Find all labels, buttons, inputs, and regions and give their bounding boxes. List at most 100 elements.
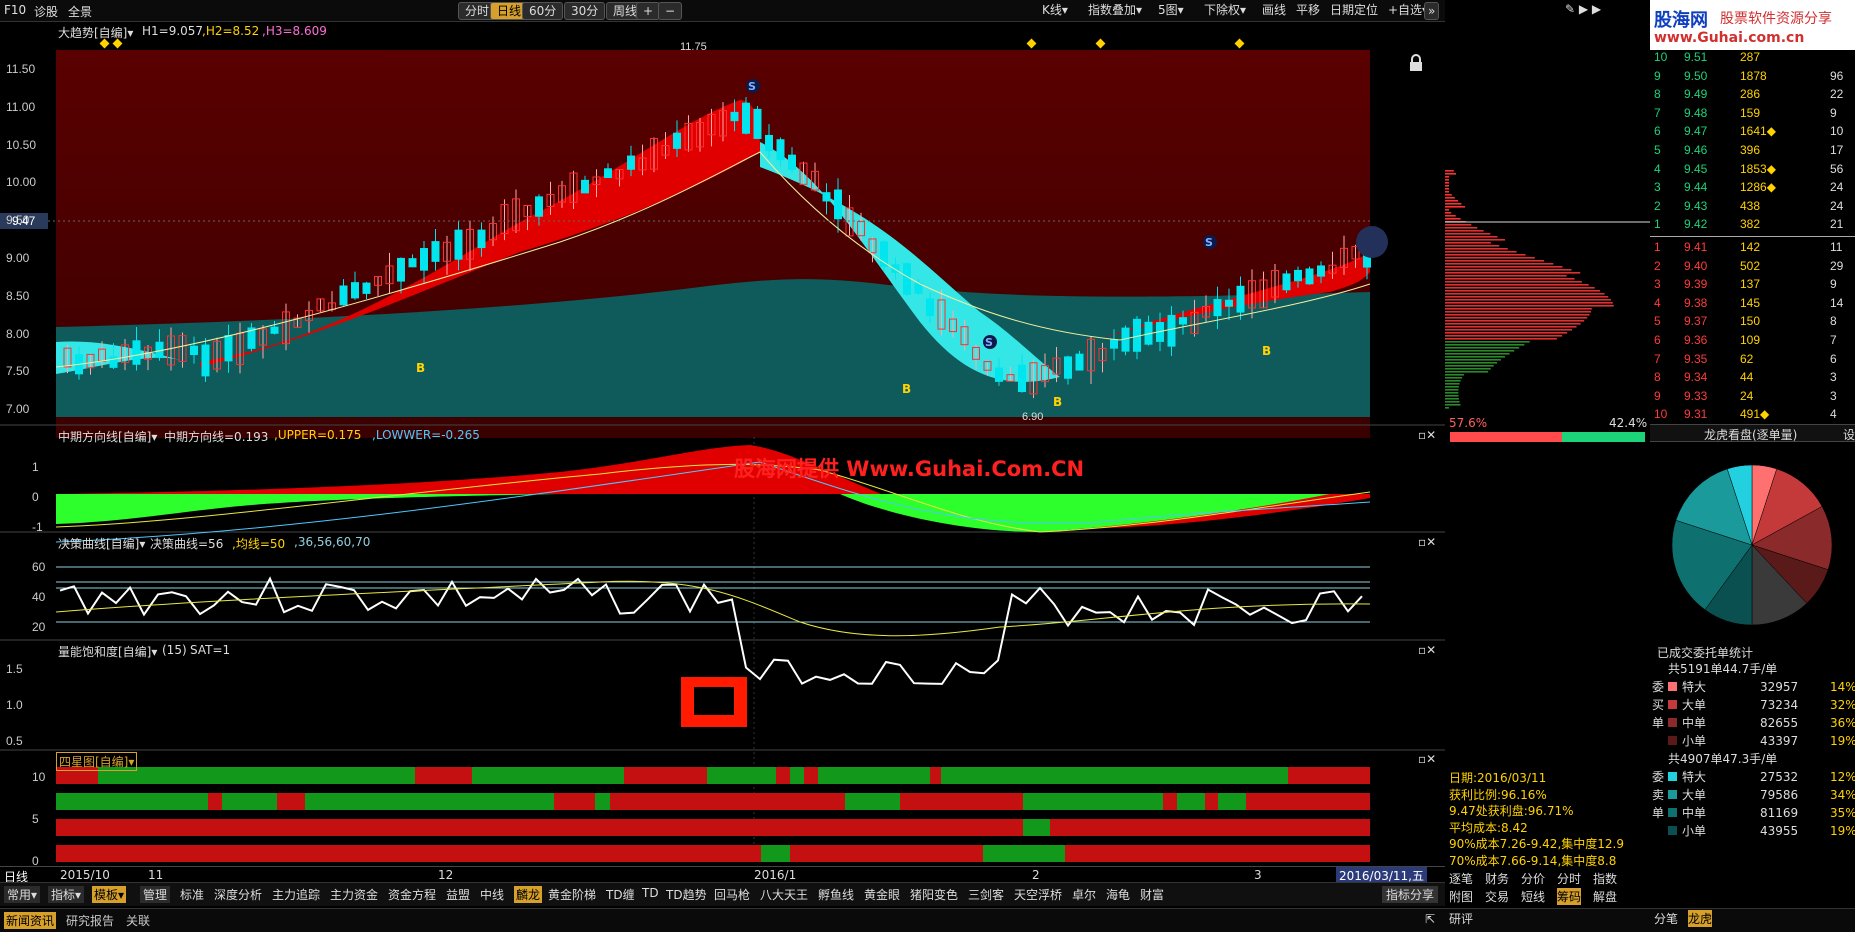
buy-order-row[interactable]: 5 9.37 150 8 xyxy=(1650,314,1855,333)
chip-bar xyxy=(1445,245,1500,247)
indicator-tab[interactable]: 回马枪 xyxy=(714,886,750,903)
sell-order-row[interactable]: 9 9.50 1878 96 xyxy=(1650,69,1855,88)
chip-tab[interactable]: 分时 xyxy=(1557,870,1581,887)
sell-order-row[interactable]: 10 9.51 287 xyxy=(1650,50,1855,69)
indicator-tab[interactable]: 深度分析 xyxy=(214,886,262,903)
expand-icon[interactable]: ⇱ xyxy=(1425,912,1435,926)
event-markers[interactable] xyxy=(99,38,1245,49)
buy-order-row[interactable]: 8 9.34 44 3 xyxy=(1650,370,1855,389)
tabbar-menu[interactable]: 指标▾ xyxy=(48,886,85,903)
status-tab[interactable]: 关联 xyxy=(126,912,150,929)
main-indicator-label[interactable]: 大趋势[自编]▾ xyxy=(58,24,133,41)
indicator-share-button[interactable]: 指标分享 xyxy=(1382,886,1439,903)
indicator-tab[interactable]: 标准 xyxy=(180,886,204,903)
indicator-tab[interactable]: 财富 xyxy=(1140,886,1164,903)
tabbar-menu[interactable]: 模板▾ xyxy=(92,886,127,903)
indicator-tab[interactable]: 卓尔 xyxy=(1072,886,1096,903)
star-segment xyxy=(707,767,776,784)
chip-bar xyxy=(1445,248,1508,250)
tabbar-menu[interactable]: 常用▾ xyxy=(4,886,41,903)
star-segment xyxy=(56,793,208,810)
indicator-tab[interactable]: 麟龙 xyxy=(514,886,543,903)
decision-indicator-label[interactable]: 决策曲线[自编]▾ xyxy=(58,535,145,552)
chip-tab[interactable]: 财务 xyxy=(1485,870,1509,887)
chip-bar xyxy=(1445,380,1461,382)
chart-tool-button[interactable]: 指数叠加▾ xyxy=(1082,2,1148,20)
indicator-tab[interactable]: 三剑客 xyxy=(968,886,1004,903)
chip-tab[interactable]: 短线 xyxy=(1521,888,1545,905)
buy-order-row[interactable]: 7 9.35 62 6 xyxy=(1650,352,1855,371)
chip-tab[interactable]: 解盘 xyxy=(1593,888,1617,905)
chart-tool-button[interactable]: 画线 xyxy=(1256,2,1292,20)
chip-tab[interactable]: 分价 xyxy=(1521,870,1545,887)
sell-order-row[interactable]: 1 9.42 382 21 xyxy=(1650,217,1855,236)
collapse-panel-icon[interactable]: » xyxy=(1424,2,1440,20)
indicator-tab[interactable]: 天空浮桥 xyxy=(1014,886,1062,903)
lock-icon[interactable] xyxy=(1410,54,1422,71)
indicator-tab[interactable]: 孵鱼线 xyxy=(818,886,854,903)
tabbar-menu[interactable]: 管理 xyxy=(140,886,171,903)
chip-tab[interactable]: 指数 xyxy=(1593,870,1617,887)
buy-order-row[interactable]: 4 9.38 145 14 xyxy=(1650,296,1855,315)
period-tab[interactable]: 60分 xyxy=(522,2,564,20)
indicator-tab[interactable]: 资金方程 xyxy=(388,886,436,903)
f10-button[interactable]: F10 xyxy=(4,3,26,17)
buy-order-row[interactable]: 2 9.40 502 29 xyxy=(1650,259,1855,278)
indicator-tab[interactable]: 益盟 xyxy=(446,886,470,903)
indicator-tab[interactable]: 主力资金 xyxy=(330,886,378,903)
sell-order-row[interactable]: 7 9.48 159 9 xyxy=(1650,106,1855,125)
sell-order-row[interactable]: 4 9.45 1853◆ 56 xyxy=(1650,162,1855,181)
chart-tool-button[interactable]: 下除权▾ xyxy=(1198,2,1252,20)
chip-tab[interactable]: 筹码 xyxy=(1557,888,1582,905)
sell-order-row[interactable]: 5 9.46 396 17 xyxy=(1650,143,1855,162)
saturation-indicator-label[interactable]: 量能饱和度[自编]▾ xyxy=(58,643,157,660)
status-tab[interactable]: 研究报告 xyxy=(66,912,114,929)
candle-body xyxy=(351,282,359,299)
panel-close-icon[interactable]: ▫✕ xyxy=(1418,643,1436,657)
sell-order-row[interactable]: 2 9.43 438 24 xyxy=(1650,199,1855,218)
buy-order-row[interactable]: 6 9.36 109 7 xyxy=(1650,333,1855,352)
diagnose-button[interactable]: 诊股 xyxy=(34,3,58,20)
tool-icons[interactable]: ✎ ▶ ▶ xyxy=(1565,2,1601,16)
buy-order-row[interactable]: 1 9.41 142 11 xyxy=(1650,240,1855,259)
four-star-indicator-label[interactable]: 四星图[自编]▾ xyxy=(56,752,138,771)
chart-area[interactable]: 11.75 6.90 S S S B B B B xyxy=(0,22,1445,882)
dragon-tab[interactable]: 龙虎 xyxy=(1688,910,1713,927)
chart-tool-button[interactable]: 平移 xyxy=(1290,2,1326,20)
indicator-tab[interactable]: TD缠 xyxy=(606,886,635,903)
buy-order-row[interactable]: 3 9.39 137 9 xyxy=(1650,277,1855,296)
chip-tab[interactable]: 逐笔 xyxy=(1449,870,1473,887)
chart-tool-button[interactable]: 日期定位 xyxy=(1324,2,1384,20)
indicator-tab[interactable]: 黄金眼 xyxy=(864,886,900,903)
sell-order-row[interactable]: 6 9.47 1641◆ 10 xyxy=(1650,124,1855,143)
sell-order-row[interactable]: 3 9.44 1286◆ 24 xyxy=(1650,180,1855,199)
chart-tool-button[interactable]: K线▾ xyxy=(1036,2,1074,20)
zoom-in-button[interactable]: + xyxy=(636,2,661,20)
indicator-tab[interactable]: 黄金阶梯 xyxy=(548,886,596,903)
buy-order-row[interactable]: 9 9.33 24 3 xyxy=(1650,389,1855,408)
indicator-tab[interactable]: 海龟 xyxy=(1106,886,1130,903)
panel-close-icon[interactable]: ▫✕ xyxy=(1418,428,1436,442)
sell-order-row[interactable]: 8 9.49 286 22 xyxy=(1650,87,1855,106)
chart-tool-button[interactable]: 5图▾ xyxy=(1152,2,1190,20)
dragon-cell: 82655 xyxy=(1760,716,1799,730)
status-tab[interactable]: 新闻资讯 xyxy=(4,912,57,929)
candle-body xyxy=(1075,353,1084,371)
panel-close-icon[interactable]: ▫✕ xyxy=(1418,752,1436,766)
panel-close-icon[interactable]: ▫✕ xyxy=(1418,535,1436,549)
dragon-tab[interactable]: 分笔 xyxy=(1654,910,1678,927)
indicator-tab[interactable]: 猪阳变色 xyxy=(910,886,958,903)
zoom-out-button[interactable]: − xyxy=(658,2,683,20)
chip-tab[interactable]: 交易 xyxy=(1485,888,1509,905)
chip-tab[interactable]: 研评 xyxy=(1449,910,1473,927)
indicator-tab[interactable]: 八大天王 xyxy=(760,886,808,903)
dragon-settings[interactable]: 设 xyxy=(1843,426,1855,443)
panorama-button[interactable]: 全景 xyxy=(68,3,92,20)
direction-indicator-label[interactable]: 中期方向线[自编]▾ xyxy=(58,428,157,445)
chip-tab[interactable]: 附图 xyxy=(1449,888,1473,905)
indicator-tab[interactable]: 中线 xyxy=(480,886,504,903)
indicator-tab[interactable]: TD趋势 xyxy=(666,886,707,903)
indicator-tab[interactable]: 主力追踪 xyxy=(272,886,320,903)
period-tab[interactable]: 30分 xyxy=(564,2,606,20)
indicator-tab[interactable]: TD xyxy=(642,886,659,900)
